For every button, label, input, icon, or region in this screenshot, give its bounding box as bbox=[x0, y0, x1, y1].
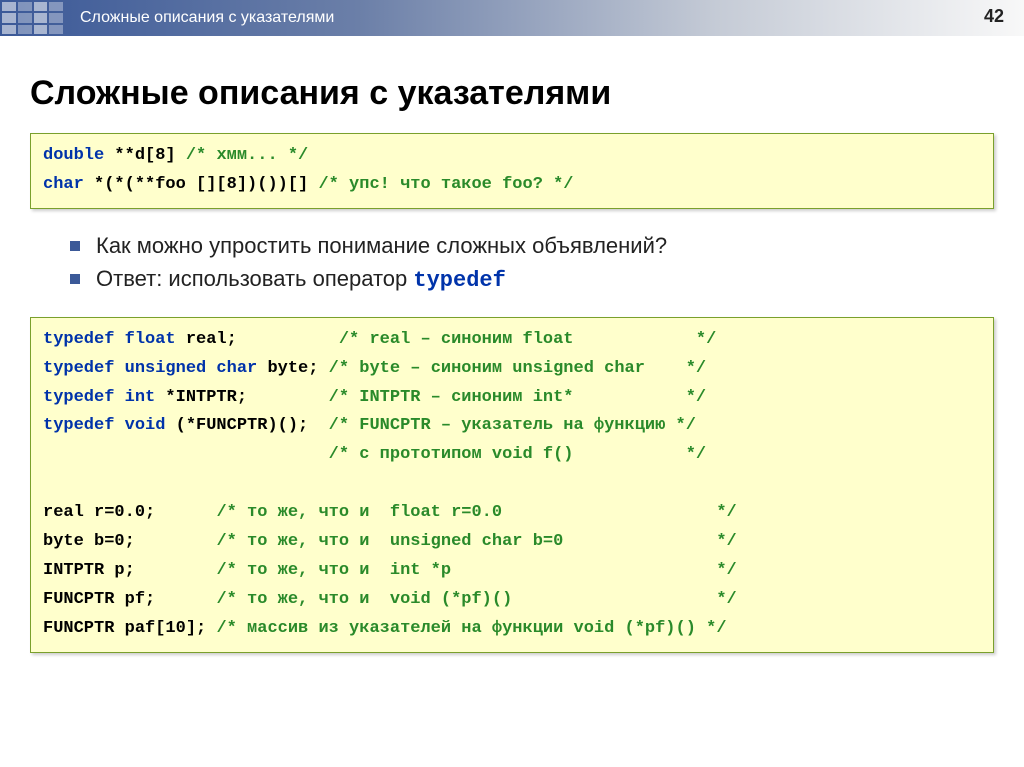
bullet-item: Как можно упростить понимание сложных об… bbox=[70, 229, 994, 262]
inline-code: typedef bbox=[413, 268, 505, 293]
code-comment: /* то же, что и void (*pf)() */ bbox=[216, 590, 736, 609]
page-number: 42 bbox=[984, 6, 1004, 27]
code-keyword: typedef void bbox=[43, 416, 165, 435]
code-comment: /* byte – синоним unsigned char */ bbox=[329, 359, 706, 378]
header-title: Сложные описания с указателями bbox=[80, 9, 334, 27]
code-text: INTPTR p; bbox=[43, 561, 216, 580]
code-keyword: typedef int bbox=[43, 388, 155, 407]
header-decoration bbox=[0, 0, 65, 36]
code-blank bbox=[43, 474, 53, 493]
code-comment: /* то же, что и float r=0.0 */ bbox=[216, 503, 736, 522]
code-text: real r=0.0; bbox=[43, 503, 216, 522]
code-comment: /* упс! что такое foo? */ bbox=[318, 175, 573, 194]
code-text bbox=[43, 445, 329, 464]
code-text: (*FUNCPTR)(); bbox=[165, 416, 328, 435]
slide-header: Сложные описания с указателями 42 bbox=[0, 0, 1024, 36]
code-comment: /* INTPTR – синоним int* */ bbox=[329, 388, 706, 407]
code-keyword: typedef float bbox=[43, 330, 176, 349]
code-block-2: typedef float real; /* real – синоним fl… bbox=[30, 317, 994, 653]
code-text: byte; bbox=[257, 359, 328, 378]
code-text: *INTPTR; bbox=[155, 388, 328, 407]
bullet-text: Ответ: использовать оператор bbox=[96, 266, 413, 291]
code-text: byte b=0; bbox=[43, 532, 216, 551]
code-keyword: typedef unsigned char bbox=[43, 359, 257, 378]
main-title: Сложные описания с указателями bbox=[30, 74, 994, 113]
code-comment: /* real – синоним float */ bbox=[339, 330, 716, 349]
code-comment: /* то же, что и int *p */ bbox=[216, 561, 736, 580]
code-comment: /* FUNCPTR – указатель на функцию */ bbox=[329, 416, 696, 435]
code-comment: /* массив из указателей на функции void … bbox=[216, 619, 726, 638]
code-text: FUNCPTR paf[10]; bbox=[43, 619, 216, 638]
code-block-1: double **d[8] /* хмм... */ char *(*(**fo… bbox=[30, 133, 994, 209]
code-text: **d[8] bbox=[104, 146, 186, 165]
code-comment: /* с прототипом void f() */ bbox=[329, 445, 706, 464]
code-text: real; bbox=[176, 330, 339, 349]
code-keyword: char bbox=[43, 175, 84, 194]
code-comment: /* хмм... */ bbox=[186, 146, 308, 165]
code-keyword: double bbox=[43, 146, 104, 165]
code-text: *(*(**foo [][8])())[] bbox=[84, 175, 319, 194]
bullet-item: Ответ: использовать оператор typedef bbox=[70, 262, 994, 297]
bullet-list: Как можно упростить понимание сложных об… bbox=[70, 229, 994, 297]
code-text: FUNCPTR pf; bbox=[43, 590, 216, 609]
code-comment: /* то же, что и unsigned char b=0 */ bbox=[216, 532, 736, 551]
slide-content: Сложные описания с указателями double **… bbox=[0, 36, 1024, 653]
